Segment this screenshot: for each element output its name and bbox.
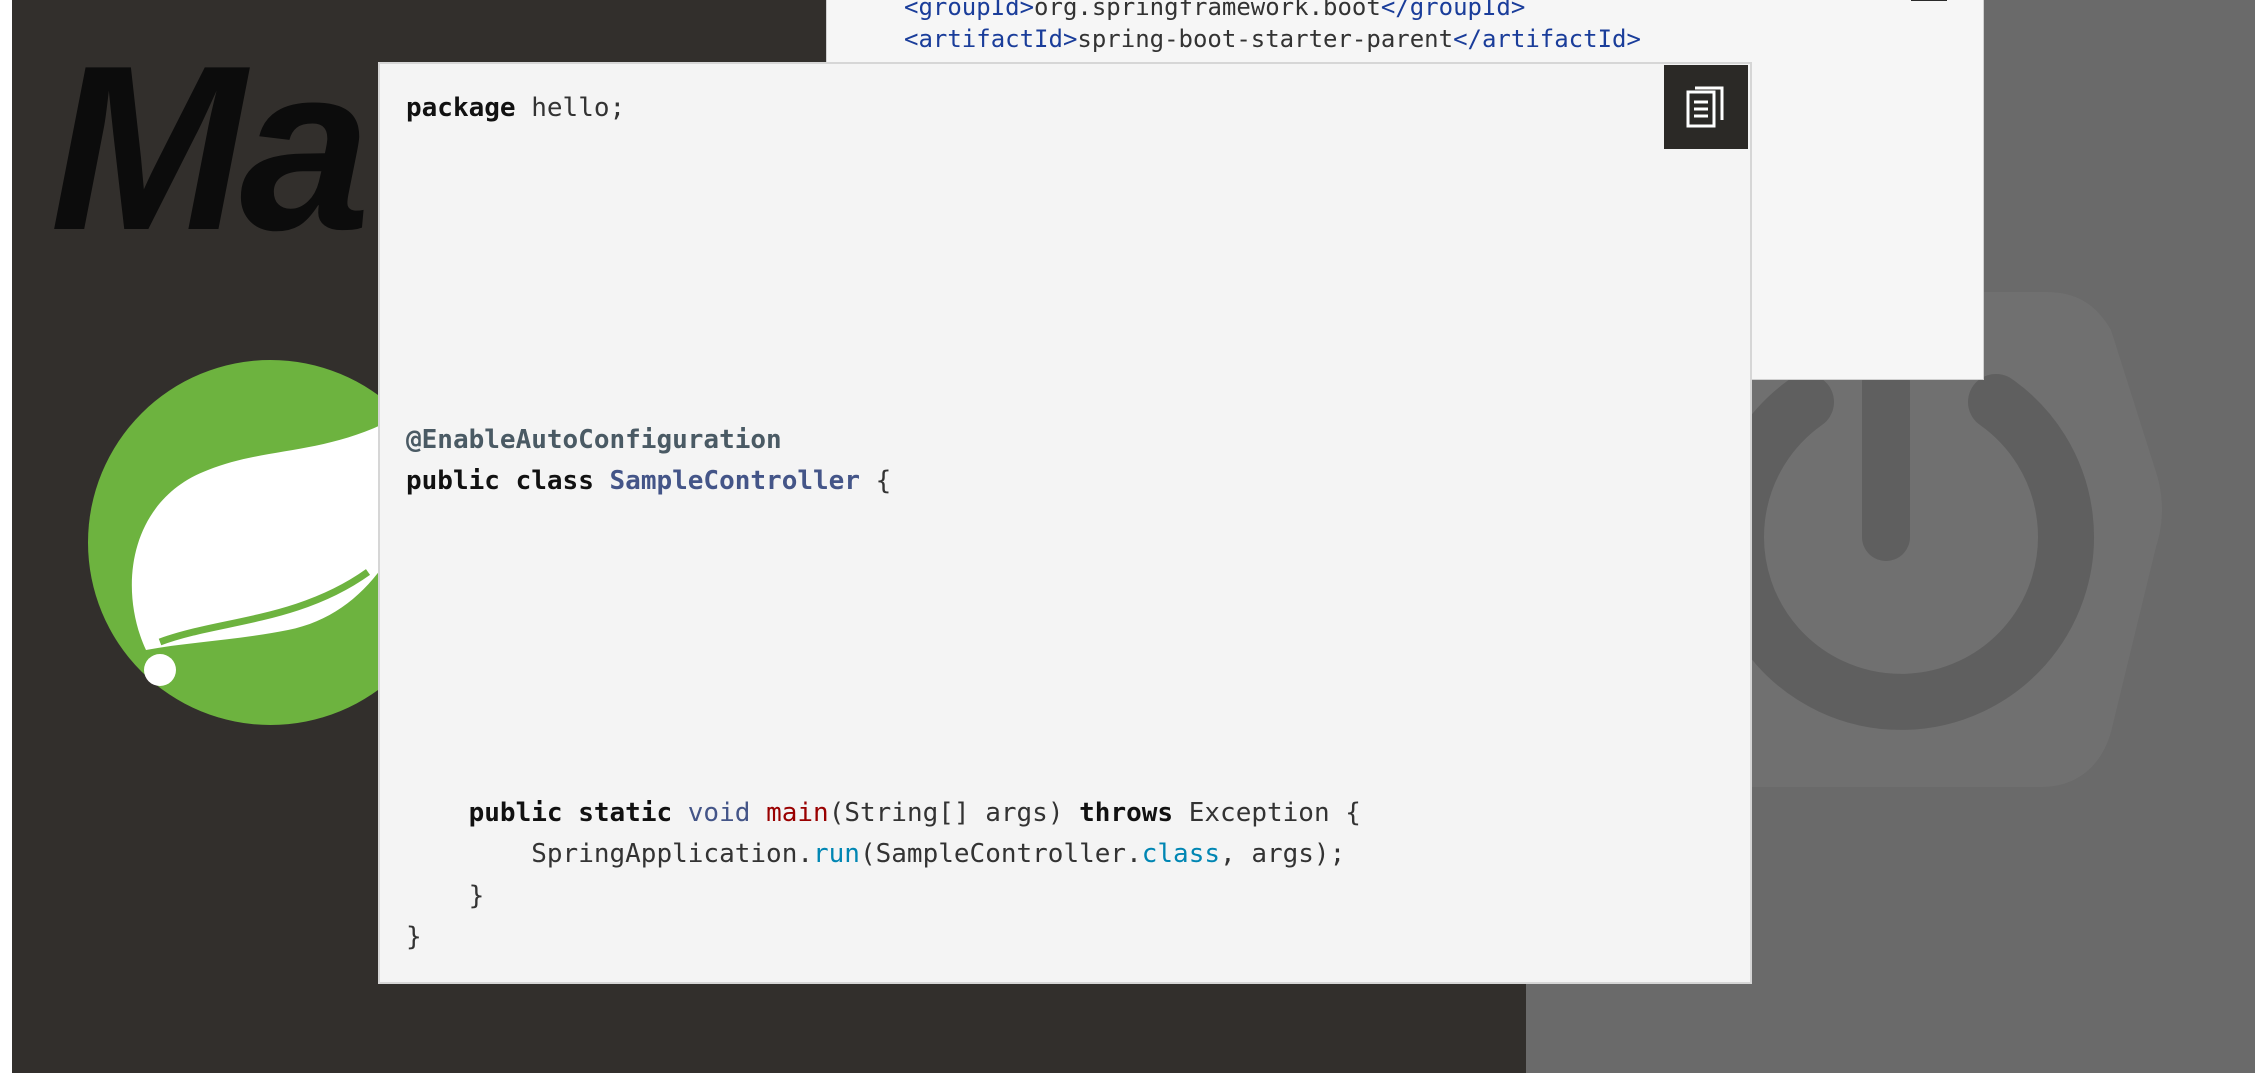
code-line-annotation: @EnableAutoConfiguration bbox=[406, 425, 782, 455]
xml-line-artifactid: <artifactId>spring-boot-starter-parent</… bbox=[904, 25, 1641, 53]
code-line-close-method: } bbox=[468, 881, 485, 911]
spring-logo-dot bbox=[144, 654, 176, 686]
copy-clipboard-icon bbox=[1686, 86, 1724, 128]
java-code-block: package hello; @EnableAutoConfiguration … bbox=[378, 62, 1752, 984]
code-line-class-declaration: public class SampleController { bbox=[406, 466, 892, 496]
code-line-run-call: SpringApplication.run(SampleController.c… bbox=[531, 839, 1346, 869]
code-line-main-method: public static void main(String[] args) t… bbox=[468, 798, 1361, 828]
xml-line-groupid: <groupId>org.springframework.boot</group… bbox=[904, 0, 1526, 21]
copy-code-button[interactable] bbox=[1664, 65, 1748, 149]
screenshot-stage: Ma <groupId>org.springframework.boot</gr… bbox=[0, 0, 2255, 1073]
maven-logo-text: Ma bbox=[50, 16, 370, 279]
xml-copy-button[interactable] bbox=[1911, 0, 1947, 1]
code-line-close-class: } bbox=[406, 922, 422, 952]
code-line-package: package hello; bbox=[406, 93, 626, 123]
